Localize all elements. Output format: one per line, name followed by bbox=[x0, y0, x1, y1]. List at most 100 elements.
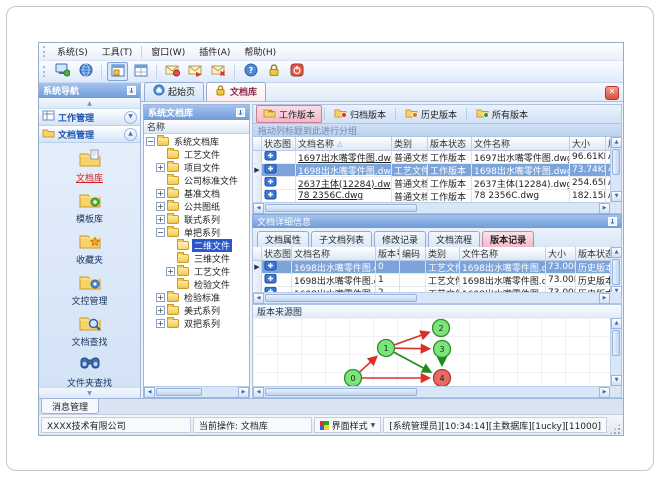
tree-item[interactable]: 检验文件 bbox=[144, 278, 249, 291]
menubar-grip[interactable] bbox=[43, 46, 45, 57]
chevron-down-icon[interactable]: ▼ bbox=[124, 110, 137, 124]
sidebar-scroll-down[interactable]: ▼ bbox=[39, 387, 140, 398]
menu-item-2[interactable]: 工具(T) bbox=[95, 44, 140, 59]
menu-item-3[interactable]: 窗口(W) bbox=[144, 44, 192, 59]
pin-icon[interactable] bbox=[127, 86, 136, 95]
tree-item[interactable]: + 检验标准 bbox=[144, 291, 249, 304]
scroll-up-icon[interactable]: ▲ bbox=[611, 247, 622, 258]
tree-item[interactable]: 工艺文件 bbox=[144, 148, 249, 161]
scroll-thumb[interactable] bbox=[265, 388, 417, 396]
column-header-类别[interactable]: 类别 bbox=[426, 247, 460, 261]
sidebar-item-favorites[interactable]: 收藏夹 bbox=[44, 228, 136, 269]
table-row[interactable]: 2637主体(12284).dwg 普通文档 工作版本 2637主体(12284).d… bbox=[253, 177, 610, 190]
expand-icon[interactable]: + bbox=[156, 306, 165, 315]
column-header-文档名称[interactable]: 文档名称 bbox=[292, 247, 376, 261]
tree-column-header[interactable]: 名称 bbox=[144, 120, 249, 134]
column-header-大小[interactable]: 大小 bbox=[570, 137, 606, 151]
tree-item[interactable]: + 基准文档 bbox=[144, 187, 249, 200]
column-header-文件名称[interactable]: 文件名称 bbox=[460, 247, 546, 261]
globe-button[interactable] bbox=[75, 62, 96, 81]
expand-icon[interactable]: + bbox=[156, 202, 165, 211]
tab-home[interactable]: 起始页 bbox=[144, 82, 205, 101]
sidebar-scroll-up[interactable]: ▲ bbox=[39, 98, 140, 109]
scroll-right-icon[interactable]: ▶ bbox=[599, 203, 610, 214]
scroll-right-icon[interactable]: ▶ bbox=[599, 293, 610, 304]
scroll-up-icon[interactable]: ▲ bbox=[611, 137, 622, 148]
interface-style-dropdown[interactable]: 界面样式 ▼ bbox=[313, 417, 382, 433]
detail-tab-文档流程[interactable]: 文档流程 bbox=[428, 231, 481, 247]
sidebar-item-template-library[interactable]: 模板库 bbox=[44, 187, 136, 228]
all-version-button[interactable]: 所有版本 bbox=[469, 105, 535, 123]
display-button[interactable] bbox=[52, 62, 73, 81]
documents-grid-hscrollbar[interactable]: ◀ ▶ bbox=[253, 202, 610, 214]
scroll-thumb[interactable] bbox=[265, 294, 417, 302]
scroll-left-icon[interactable]: ◀ bbox=[144, 387, 155, 398]
pin-icon[interactable] bbox=[236, 108, 245, 117]
scroll-right-icon[interactable]: ▶ bbox=[238, 387, 249, 398]
detail-tab-修改记录[interactable]: 修改记录 bbox=[374, 231, 427, 247]
menu-item-5[interactable]: 帮助(H) bbox=[237, 44, 283, 59]
tree-item[interactable]: 公司标准文件 bbox=[144, 174, 249, 187]
table-row[interactable]: 1698出水嘴零件图.dwg1工艺文件1698出水嘴零件图.dwg73.00KB… bbox=[253, 274, 610, 287]
column-header-编码[interactable]: 编码 bbox=[400, 247, 426, 261]
tree-item[interactable]: − 系统文档库 bbox=[144, 135, 249, 148]
scroll-thumb[interactable] bbox=[612, 330, 620, 356]
tree-item[interactable]: + 项目文件 bbox=[144, 161, 249, 174]
mail-send-button[interactable] bbox=[185, 62, 206, 81]
sidebar-item-doc-search[interactable]: 文档查找 bbox=[44, 310, 136, 351]
help-button[interactable]: ? bbox=[240, 62, 261, 81]
column-header-版本状态[interactable]: 版本状态 bbox=[576, 247, 610, 261]
version-records-grid-vscrollbar[interactable]: ▲ ▼ bbox=[610, 247, 622, 297]
collapse-icon[interactable]: − bbox=[156, 228, 165, 237]
column-header-类别[interactable]: 类别 bbox=[392, 137, 428, 151]
scroll-left-icon[interactable]: ◀ bbox=[253, 387, 264, 398]
graph-hscrollbar[interactable]: ◀ ▶ bbox=[253, 386, 610, 398]
scroll-down-icon[interactable]: ▼ bbox=[611, 375, 622, 386]
detail-tab-文档属性[interactable]: 文档属性 bbox=[257, 231, 310, 247]
scroll-right-icon[interactable]: ▶ bbox=[599, 387, 610, 398]
column-header-文档名称[interactable]: 文档名称 △ bbox=[296, 137, 392, 151]
exit-button[interactable] bbox=[286, 62, 307, 81]
close-icon[interactable]: ✕ bbox=[605, 85, 619, 100]
tree-item[interactable]: + 工艺文件 bbox=[144, 265, 249, 278]
lock-button[interactable] bbox=[263, 62, 284, 81]
tree-item[interactable]: + 公共图纸 bbox=[144, 200, 249, 213]
mail-alert-button[interactable] bbox=[208, 62, 229, 81]
tree-item[interactable]: + 联式系列 bbox=[144, 213, 249, 226]
column-header-状态图[interactable]: 状态图 bbox=[262, 247, 292, 261]
mail-new-button[interactable] bbox=[162, 62, 183, 81]
graph-vscrollbar[interactable]: ▲ ▼ bbox=[610, 318, 622, 386]
scroll-down-icon[interactable]: ▼ bbox=[611, 191, 622, 202]
expand-icon[interactable]: + bbox=[156, 319, 165, 328]
scroll-left-icon[interactable]: ◀ bbox=[253, 203, 264, 214]
sidebar-item-folder-search[interactable]: 文件夹查找 bbox=[44, 351, 136, 387]
tree-item[interactable]: + 双把系列 bbox=[144, 317, 249, 330]
sidebar-item-doc-library[interactable]: 文档库 bbox=[44, 146, 136, 187]
expand-icon[interactable]: + bbox=[156, 215, 165, 224]
menu-item-1[interactable]: 系统(S) bbox=[50, 44, 95, 59]
start-page-button[interactable] bbox=[107, 62, 128, 81]
scroll-thumb[interactable] bbox=[612, 259, 620, 285]
table-row[interactable]: 78 2356C.dwg普通文档工作版本78 2356C.dwg182.15KB… bbox=[253, 190, 610, 202]
detail-tab-版本记录[interactable]: 版本记录 bbox=[482, 231, 535, 247]
tree-item[interactable]: + 美式系列 bbox=[144, 304, 249, 317]
column-header-文件名称[interactable]: 文件名称 bbox=[472, 137, 570, 151]
scroll-up-icon[interactable]: ▲ bbox=[611, 318, 622, 329]
layout-button[interactable] bbox=[130, 62, 151, 81]
history-version-button[interactable]: 历史版本 bbox=[398, 105, 464, 123]
scroll-thumb[interactable] bbox=[612, 149, 620, 175]
work-version-button[interactable]: 工作版本 bbox=[256, 105, 323, 123]
tree-hscrollbar[interactable]: ◀ ▶ bbox=[144, 386, 249, 398]
column-header-大小[interactable]: 大小 bbox=[546, 247, 576, 261]
scroll-thumb[interactable] bbox=[156, 388, 203, 396]
column-header-版本号[interactable]: 版本号 bbox=[376, 247, 400, 261]
archive-version-button[interactable]: 归档版本 bbox=[327, 105, 393, 123]
table-row[interactable]: 1697出水嘴零件图.dwg 普通文档 工作版本 1697出水嘴零件图.dwg 96.6… bbox=[253, 151, 610, 164]
resize-grip[interactable] bbox=[609, 423, 621, 435]
documents-grid-vscrollbar[interactable]: ▲ ▼ bbox=[610, 137, 622, 202]
tab-library[interactable]: 文档库 bbox=[206, 82, 267, 101]
menu-item-4[interactable]: 插件(A) bbox=[192, 44, 237, 59]
detail-tab-子文档列表[interactable]: 子文档列表 bbox=[311, 231, 373, 247]
table-row[interactable]: ▶ 1698出水嘴零件图.dwg 工艺文件 工作版本 1698出水嘴零件图.dwg 73.… bbox=[253, 164, 610, 177]
tab-message-management[interactable]: 消息管理 bbox=[41, 399, 100, 414]
